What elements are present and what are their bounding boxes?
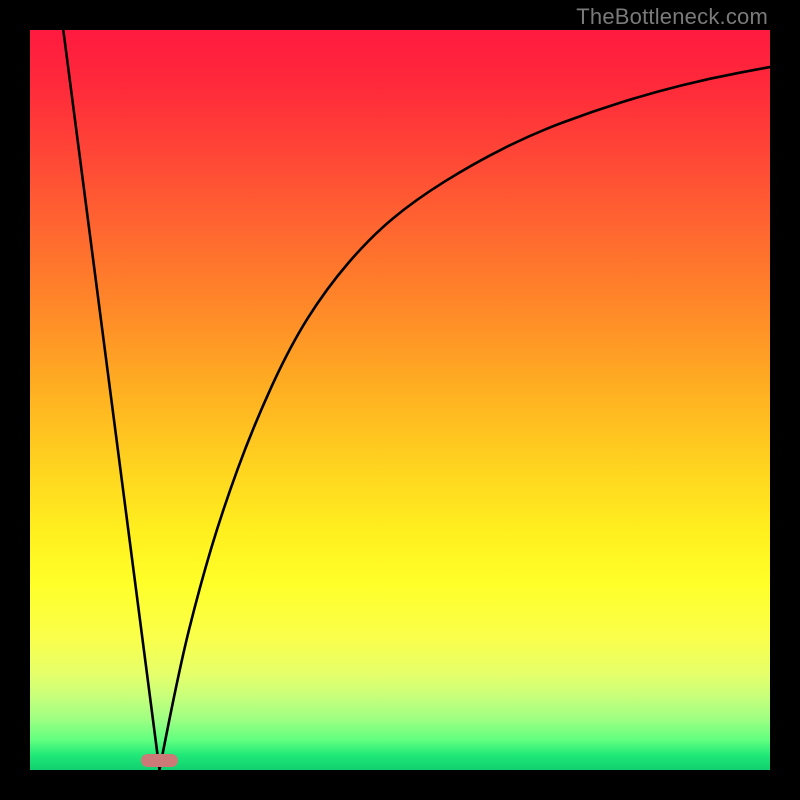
plot-area xyxy=(30,30,770,770)
bottleneck-curve xyxy=(30,30,770,770)
watermark-text: TheBottleneck.com xyxy=(576,4,768,30)
chart-frame: TheBottleneck.com xyxy=(0,0,800,800)
curve-path xyxy=(63,30,770,770)
optimum-marker xyxy=(141,754,178,767)
